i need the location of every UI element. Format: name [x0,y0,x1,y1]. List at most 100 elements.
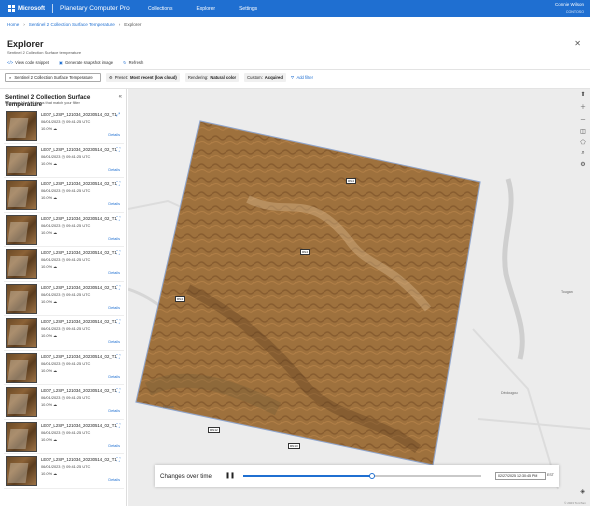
nav-settings[interactable]: Settings [239,6,257,12]
details-link[interactable]: Details [108,375,120,379]
custom-value: Acquired [264,75,283,80]
item-id: LE07_L2SP_121034_20230514_02_T1 [41,112,117,117]
list-item[interactable]: LE07_L2SP_121034_20230514_02_T1 06/01/202… [4,316,124,351]
item-id: LE07_L2SP_121034_20230514_02_T1 [41,146,117,152]
add-filter-button[interactable]: ⛛ Add filter [291,75,313,80]
snapshot-label: Generate snapshot image [64,60,114,65]
zoom-out-icon[interactable]: － [580,115,586,124]
rendering-filter[interactable]: Rendering: Natural color [184,73,240,82]
layers-icon[interactable]: ◫ [580,128,586,135]
item-time: 09:41:25 [66,188,82,193]
pin-icon[interactable]: ⤢ [116,112,120,118]
draw-icon[interactable]: ⬠ [580,139,585,146]
snapshot-button[interactable]: ▣ Generate snapshot image [59,60,113,65]
view-code-button[interactable]: </> View code snippet [7,60,49,65]
list-item[interactable]: LE07_L2SP_121034_20230514_02_T1 06/01/202… [4,144,124,178]
brand-name: Microsoft [18,5,45,12]
user-menu[interactable]: Connie Wilson CONTOSO [555,2,584,15]
nav-collections[interactable]: Collections [148,6,172,12]
list-item[interactable]: LE07_L2SP_121034_20230514_02_T1 06/01/202… [4,420,124,454]
item-cloud-value: 10.0% [41,471,53,476]
timeline-handle[interactable] [368,473,375,479]
item-tz: UTC [82,326,91,331]
item-time: 09:41:25 [66,153,82,159]
item-cloud: 10.0% ☁ [41,264,57,269]
item-tz: UTC [82,153,91,159]
item-tz: UTC [82,429,91,435]
page-title: Explorer [7,39,44,49]
item-tz: UTC [82,464,91,469]
basemap-icon[interactable]: ◈ [580,488,585,495]
details-link[interactable]: Details [108,271,120,275]
rendering-label: Rendering: [187,75,209,80]
chevron-right-icon: › [23,22,25,27]
zoom-to-icon[interactable]: ⛶ [116,147,120,153]
refresh-button[interactable]: ↻ Refresh [123,60,143,65]
list-item[interactable]: LE07_L2SP_121034_20230514_02_T1 06/01/202… [4,178,124,213]
zoom-to-icon[interactable]: ⛶ [116,319,120,325]
close-icon[interactable]: ✕ [574,39,581,48]
list-item[interactable]: LE07_L2SP_121034_20230514_02_T1 06/01/202… [4,109,124,144]
details-link[interactable]: Details [108,168,120,172]
list-item[interactable]: LE07_L2SP_121034_20230514_02_T1 06/01/202… [4,454,124,489]
top-bar: Microsoft Planetary Computer Pro Collect… [0,0,590,17]
details-link[interactable]: Details [108,133,120,137]
details-link[interactable]: Details [108,478,120,482]
settings-icon[interactable]: ⚙ [580,161,585,168]
zoom-to-icon[interactable]: ⛶ [116,354,120,360]
details-link[interactable]: Details [108,409,120,413]
details-link[interactable]: Details [108,340,120,344]
map-canvas [128,120,590,490]
road-shield: RN4 [346,178,357,184]
cloud-icon: ☁ [53,264,58,269]
zoom-to-icon[interactable]: ⛶ [116,216,120,222]
zoom-to-icon[interactable]: ⛶ [116,388,120,394]
timeline-timezone: EST [547,473,554,477]
preset-filter[interactable]: ⚙ Preset: Most recent (low cloud) [106,73,180,82]
zoom-in-icon[interactable]: ＋ [580,102,586,111]
breadcrumb-collection[interactable]: Sentinel 2 Collection Surface Temperatur… [29,22,115,27]
timeline-date-field[interactable]: 02/27/2025 12:30:45 PM [495,472,546,480]
zoom-to-icon[interactable]: ⛶ [116,181,120,187]
item-id: LE07_L2SP_121034_20230514_02_T1 [41,319,117,324]
list-item[interactable]: LE07_L2SP_121034_20230514_02_T1 06/01/202… [4,351,124,385]
search-icon[interactable]: ⌕ [581,150,584,157]
item-cloud: 10.0% ☁ [41,195,57,200]
details-link[interactable]: Details [108,202,120,206]
scene-thumbnail [6,111,37,141]
list-item[interactable]: LE07_L2SP_121034_20230514_02_T1 06/01/202… [4,247,124,282]
item-date: 06/01/2023 [41,464,61,469]
collapse-panel-icon[interactable]: « [119,94,122,100]
zoom-to-icon[interactable]: ⛶ [116,457,120,463]
list-item[interactable]: LE07_L2SP_121034_20230514_02_T1 06/01/202… [4,213,124,247]
zoom-to-icon[interactable]: ⛶ [116,285,120,291]
scene-thumbnail [6,456,37,486]
app-name[interactable]: Planetary Computer Pro [60,5,130,12]
collection-selector[interactable]: ⌕ Sentinel 2 Collection Surface Temperat… [5,73,101,82]
timeline-slider[interactable] [243,473,481,479]
item-cloud: 10.0% ☁ [41,402,57,407]
details-link[interactable]: Details [108,306,120,310]
view-code-label: View code snippet [15,60,49,65]
breadcrumb-current: Explorer [124,22,142,27]
item-cloud-value: 10.0% [41,402,53,407]
details-link[interactable]: Details [108,237,120,241]
user-org: CONTOSO [565,9,584,14]
breadcrumb-home[interactable]: Home [7,22,19,27]
list-item[interactable]: LE07_L2SP_121034_20230514_02_T1 06/01/202… [4,385,124,420]
item-date: 06/01/2023 [41,326,61,331]
item-datetime: 06/01/2023 ◷ 09:41:25 UTC [41,292,90,297]
nav-explorer[interactable]: Explorer [196,6,215,12]
custom-filter[interactable]: Custom: Acquired [244,73,286,82]
item-time: 09:41:25 [66,119,82,124]
map-view[interactable]: Tougan Dédougou Nouna RN4 RN4 RN4 RN12 R… [128,89,590,506]
zoom-to-icon[interactable]: ⛶ [116,250,120,256]
compass-icon[interactable]: ⬆ [580,91,585,98]
pause-icon[interactable]: ❚❚ [225,472,235,479]
zoom-to-icon[interactable]: ⛶ [116,423,120,429]
road-shield: RN4 [300,249,311,255]
list-item[interactable]: LE07_L2SP_121034_20230514_02_T1 06/01/202… [4,282,124,316]
item-cloud-value: 10.0% [41,160,53,166]
details-link[interactable]: Details [108,444,120,448]
item-time: 09:41:25 [66,222,82,228]
